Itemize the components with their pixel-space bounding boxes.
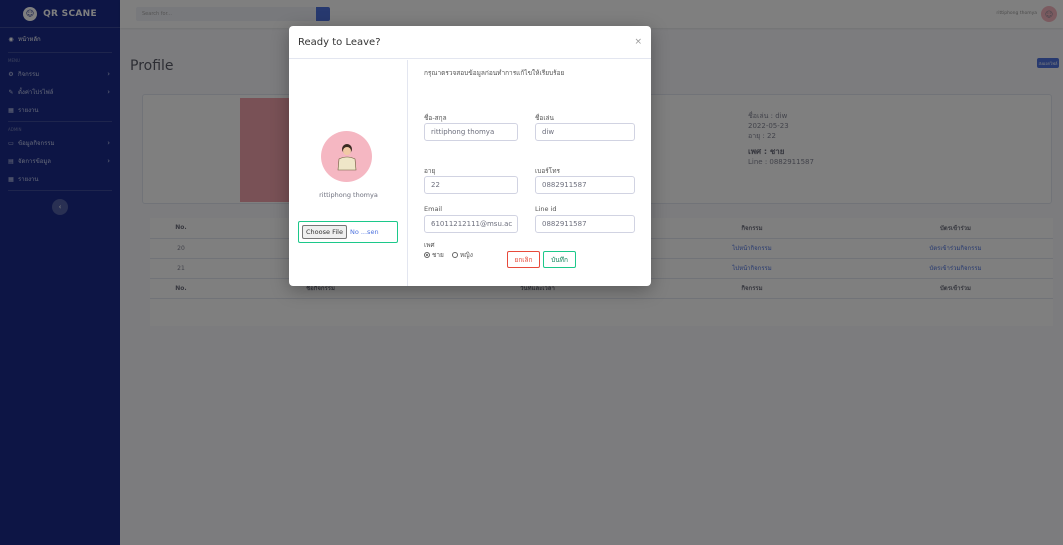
modal-title: Ready to Leave?: [298, 36, 381, 48]
form-instruction: กรุณาตรวจสอบข้อมูลก่อนทำการแก้ไขให้เรียบ…: [424, 69, 565, 77]
nickname-label: ชื่อเล่น: [535, 114, 554, 122]
cancel-button[interactable]: ยกเลิก: [507, 251, 540, 268]
radio-checked-icon: [424, 252, 430, 258]
avatar-pane: rittiphong thomya Choose File No ...sen: [289, 60, 408, 286]
file-upload[interactable]: Choose File No ...sen: [298, 221, 398, 243]
age-field[interactable]: 22: [424, 176, 518, 194]
fullname-label: ชื่อ-สกุล: [424, 114, 447, 122]
phone-label: เบอร์โทร: [535, 167, 561, 175]
email-field[interactable]: 61011212111@msu.ac: [424, 215, 518, 233]
modal-header: Ready to Leave? ×: [289, 26, 651, 59]
line-field[interactable]: 0882911587: [535, 215, 635, 233]
phone-field[interactable]: 0882911587: [535, 176, 635, 194]
line-label: Line id: [535, 205, 557, 213]
edit-profile-modal: Ready to Leave? × rittiphong thomya Choo…: [289, 26, 651, 286]
person-icon: [337, 143, 356, 170]
modal-body: rittiphong thomya Choose File No ...sen …: [289, 60, 651, 286]
nickname-field[interactable]: diw: [535, 123, 635, 141]
close-icon[interactable]: ×: [634, 37, 642, 47]
save-button[interactable]: บันทึก: [543, 251, 576, 268]
age-label: อายุ: [424, 167, 436, 175]
choose-file-button[interactable]: Choose File: [302, 225, 347, 239]
avatar: [321, 131, 372, 182]
fullname-field[interactable]: rittiphong thomya: [424, 123, 518, 141]
email-label: Email: [424, 205, 443, 213]
sex-female-radio[interactable]: หญิง: [451, 250, 473, 260]
sex-male-label: ชาย: [432, 251, 444, 259]
file-status: No ...sen: [349, 228, 379, 236]
sex-label: เพศ: [424, 241, 435, 249]
sex-male-radio[interactable]: ชาย: [424, 250, 444, 260]
sex-radio-group: ชาย หญิง: [424, 250, 473, 260]
radio-unchecked-icon: [451, 252, 458, 258]
avatar-name: rittiphong thomya: [319, 191, 378, 199]
sex-female-label: หญิง: [459, 251, 473, 259]
